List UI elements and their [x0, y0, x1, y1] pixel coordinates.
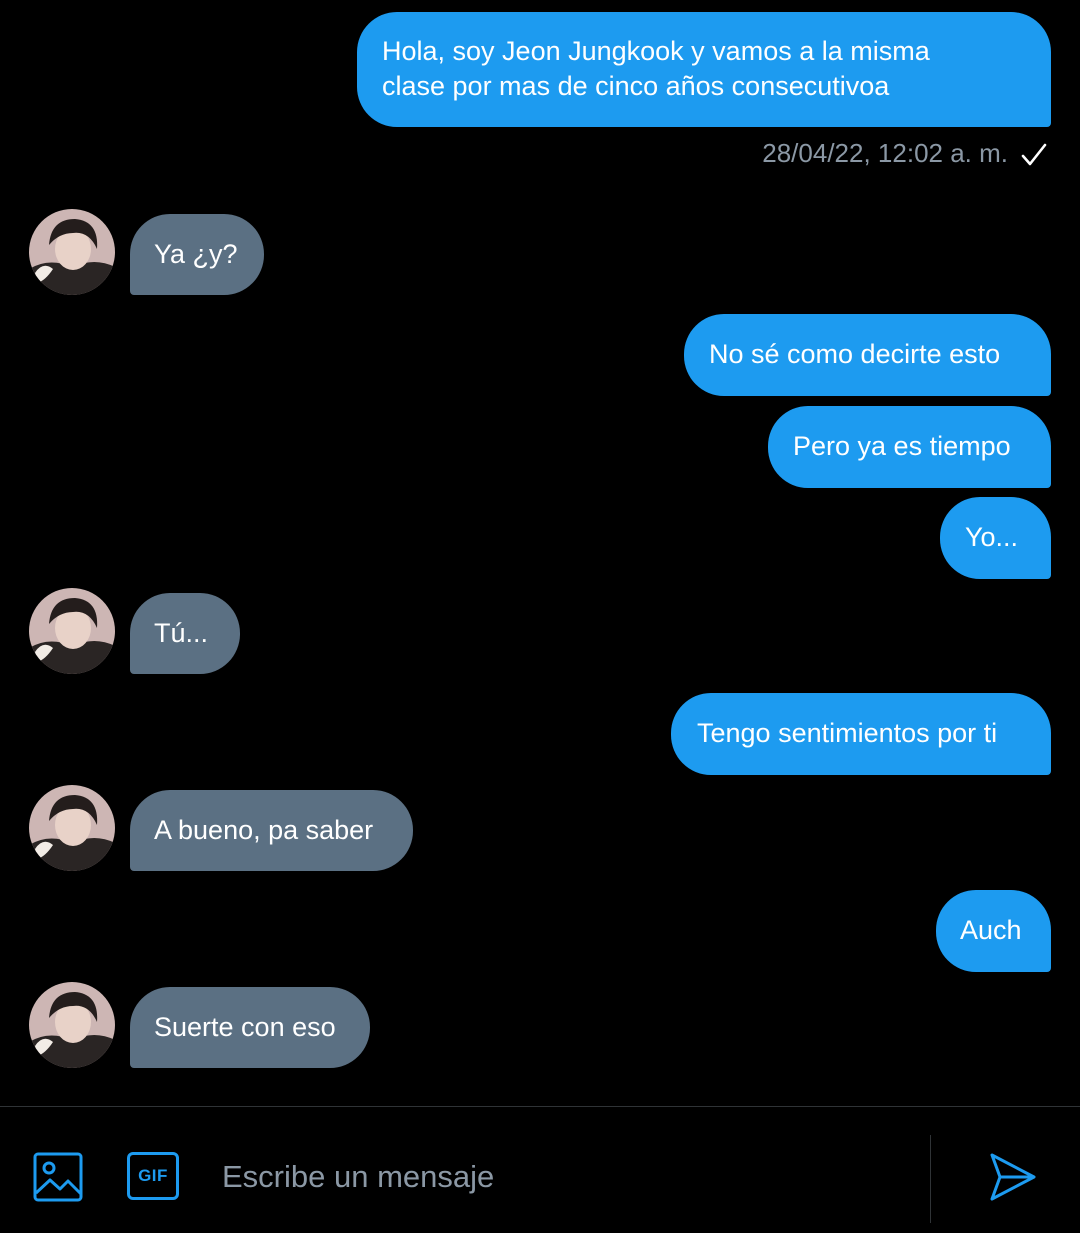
message-text: Hola, soy Jeon Jungkook y vamos a la mis…	[382, 36, 930, 66]
composer-divider	[930, 1135, 931, 1223]
avatar[interactable]	[29, 982, 115, 1068]
gif-icon[interactable]: GIF	[127, 1152, 179, 1200]
received-message-bubble[interactable]: Ya ¿y?	[130, 214, 264, 295]
message-timestamp: 28/04/22, 12:02 a. m.	[762, 138, 1008, 168]
sent-message-bubble[interactable]: Tengo sentimientos por ti	[671, 693, 1051, 775]
received-message-bubble[interactable]: Suerte con eso	[130, 987, 370, 1068]
message-text: clase por mas de cinco años consecutivoa	[382, 71, 890, 101]
message-input[interactable]	[200, 1147, 900, 1207]
sent-message-bubble[interactable]: No sé como decirte esto	[684, 314, 1051, 396]
sent-message-bubble[interactable]: Hola, soy Jeon Jungkook y vamos a la mis…	[357, 12, 1051, 127]
gif-label: GIF	[138, 1166, 168, 1185]
image-icon[interactable]	[32, 1151, 84, 1203]
message-text: Yo...	[965, 522, 1019, 552]
avatar[interactable]	[29, 209, 115, 295]
sent-message-bubble[interactable]: Yo...	[940, 497, 1051, 579]
sent-message-bubble[interactable]: Auch	[936, 890, 1051, 972]
received-message-bubble[interactable]: Tú...	[130, 593, 240, 674]
message-composer: GIF	[0, 1106, 1080, 1233]
send-icon[interactable]	[986, 1151, 1038, 1203]
avatar[interactable]	[29, 785, 115, 871]
sent-message-bubble[interactable]: Pero ya es tiempo	[768, 406, 1051, 488]
check-icon	[1021, 143, 1047, 166]
message-text: Suerte con eso	[154, 1012, 336, 1042]
message-text: Tengo sentimientos por ti	[697, 718, 998, 748]
message-text: No sé como decirte esto	[709, 339, 1001, 369]
message-text: Pero ya es tiempo	[793, 431, 1011, 461]
received-message-bubble[interactable]: A bueno, pa saber	[130, 790, 413, 871]
message-text: Tú...	[154, 618, 209, 648]
message-text: Ya ¿y?	[154, 239, 238, 269]
message-text: A bueno, pa saber	[154, 815, 374, 845]
message-text: Auch	[960, 915, 1022, 945]
avatar[interactable]	[29, 588, 115, 674]
